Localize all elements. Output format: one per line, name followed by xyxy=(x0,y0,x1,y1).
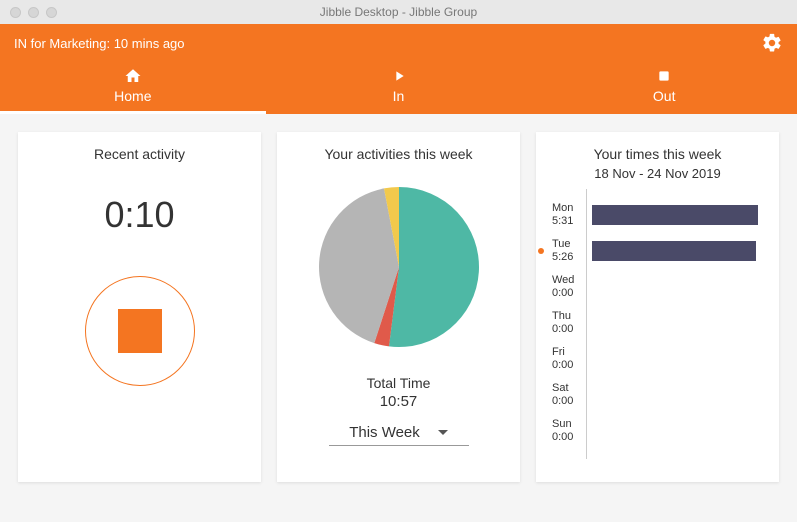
app-header: IN for Marketing: 10 mins ago Home In Ou… xyxy=(0,24,797,114)
window-title: Jibble Desktop - Jibble Group xyxy=(0,5,797,19)
tab-out[interactable]: Out xyxy=(531,60,797,114)
bar-track xyxy=(592,385,763,405)
bar-fill xyxy=(592,205,758,225)
stop-icon xyxy=(531,66,797,86)
tab-in[interactable]: In xyxy=(266,60,532,114)
live-indicator-dot xyxy=(538,248,544,254)
bar-track xyxy=(592,313,763,333)
period-dropdown[interactable]: This Week xyxy=(329,420,469,446)
bar-label: Mon5:31 xyxy=(552,202,592,227)
timer-value: 0:10 xyxy=(104,194,174,236)
home-icon xyxy=(0,66,266,86)
bar-row: Sun0:00 xyxy=(552,413,763,449)
bar-track xyxy=(592,349,763,369)
bar-row: Mon5:31 xyxy=(552,197,763,233)
period-dropdown-label: This Week xyxy=(349,424,420,441)
bar-label: Fri0:00 xyxy=(552,346,592,371)
status-text: IN for Marketing: 10 mins ago xyxy=(14,36,185,51)
bar-label: Thu0:00 xyxy=(552,310,592,335)
tab-out-label: Out xyxy=(531,88,797,104)
recent-activity-card: Recent activity 0:10 xyxy=(18,132,261,482)
tab-in-label: In xyxy=(266,88,532,104)
nav-tabs: Home In Out xyxy=(0,60,797,114)
total-time-label: Total Time xyxy=(367,375,431,391)
times-title: Your times this week xyxy=(594,146,722,162)
bar-row: Wed0:00 xyxy=(552,269,763,305)
bar-row: Fri0:00 xyxy=(552,341,763,377)
bar-row: Sat0:00 xyxy=(552,377,763,413)
total-time-value: 10:57 xyxy=(380,393,418,410)
times-card: Your times this week 18 Nov - 24 Nov 201… xyxy=(536,132,779,482)
activities-card: Your activities this week Total Time 10:… xyxy=(277,132,520,482)
main-content: Recent activity 0:10 Your activities thi… xyxy=(0,114,797,500)
bar-track xyxy=(592,277,763,297)
tab-home-label: Home xyxy=(0,88,266,104)
settings-button[interactable] xyxy=(761,32,783,54)
pie-slice xyxy=(388,187,478,347)
activities-title: Your activities this week xyxy=(324,146,472,162)
bar-label: Wed0:00 xyxy=(552,274,592,299)
activities-pie-chart xyxy=(314,182,484,357)
stop-square-icon xyxy=(118,309,162,353)
times-subtitle: 18 Nov - 24 Nov 2019 xyxy=(594,166,720,181)
bar-row: Tue5:26 xyxy=(552,233,763,269)
bar-track xyxy=(592,421,763,441)
chevron-down-icon xyxy=(438,430,448,435)
bar-label: Sun0:00 xyxy=(552,418,592,443)
bar-label: Sat0:00 xyxy=(552,382,592,407)
bar-fill xyxy=(592,241,756,261)
play-icon xyxy=(266,66,532,86)
bar-row: Thu0:00 xyxy=(552,305,763,341)
window-titlebar: Jibble Desktop - Jibble Group xyxy=(0,0,797,24)
times-bar-chart: Mon5:31 Tue5:26 Wed0:00 Thu0:00 Fri0:00 Sat0:… xyxy=(546,189,769,449)
tab-home[interactable]: Home xyxy=(0,60,266,114)
stop-timer-button[interactable] xyxy=(85,276,195,386)
bar-track xyxy=(592,241,763,261)
gear-icon xyxy=(761,32,783,54)
bar-track xyxy=(592,205,763,225)
bar-label: Tue5:26 xyxy=(552,238,592,263)
recent-activity-title: Recent activity xyxy=(94,146,185,162)
